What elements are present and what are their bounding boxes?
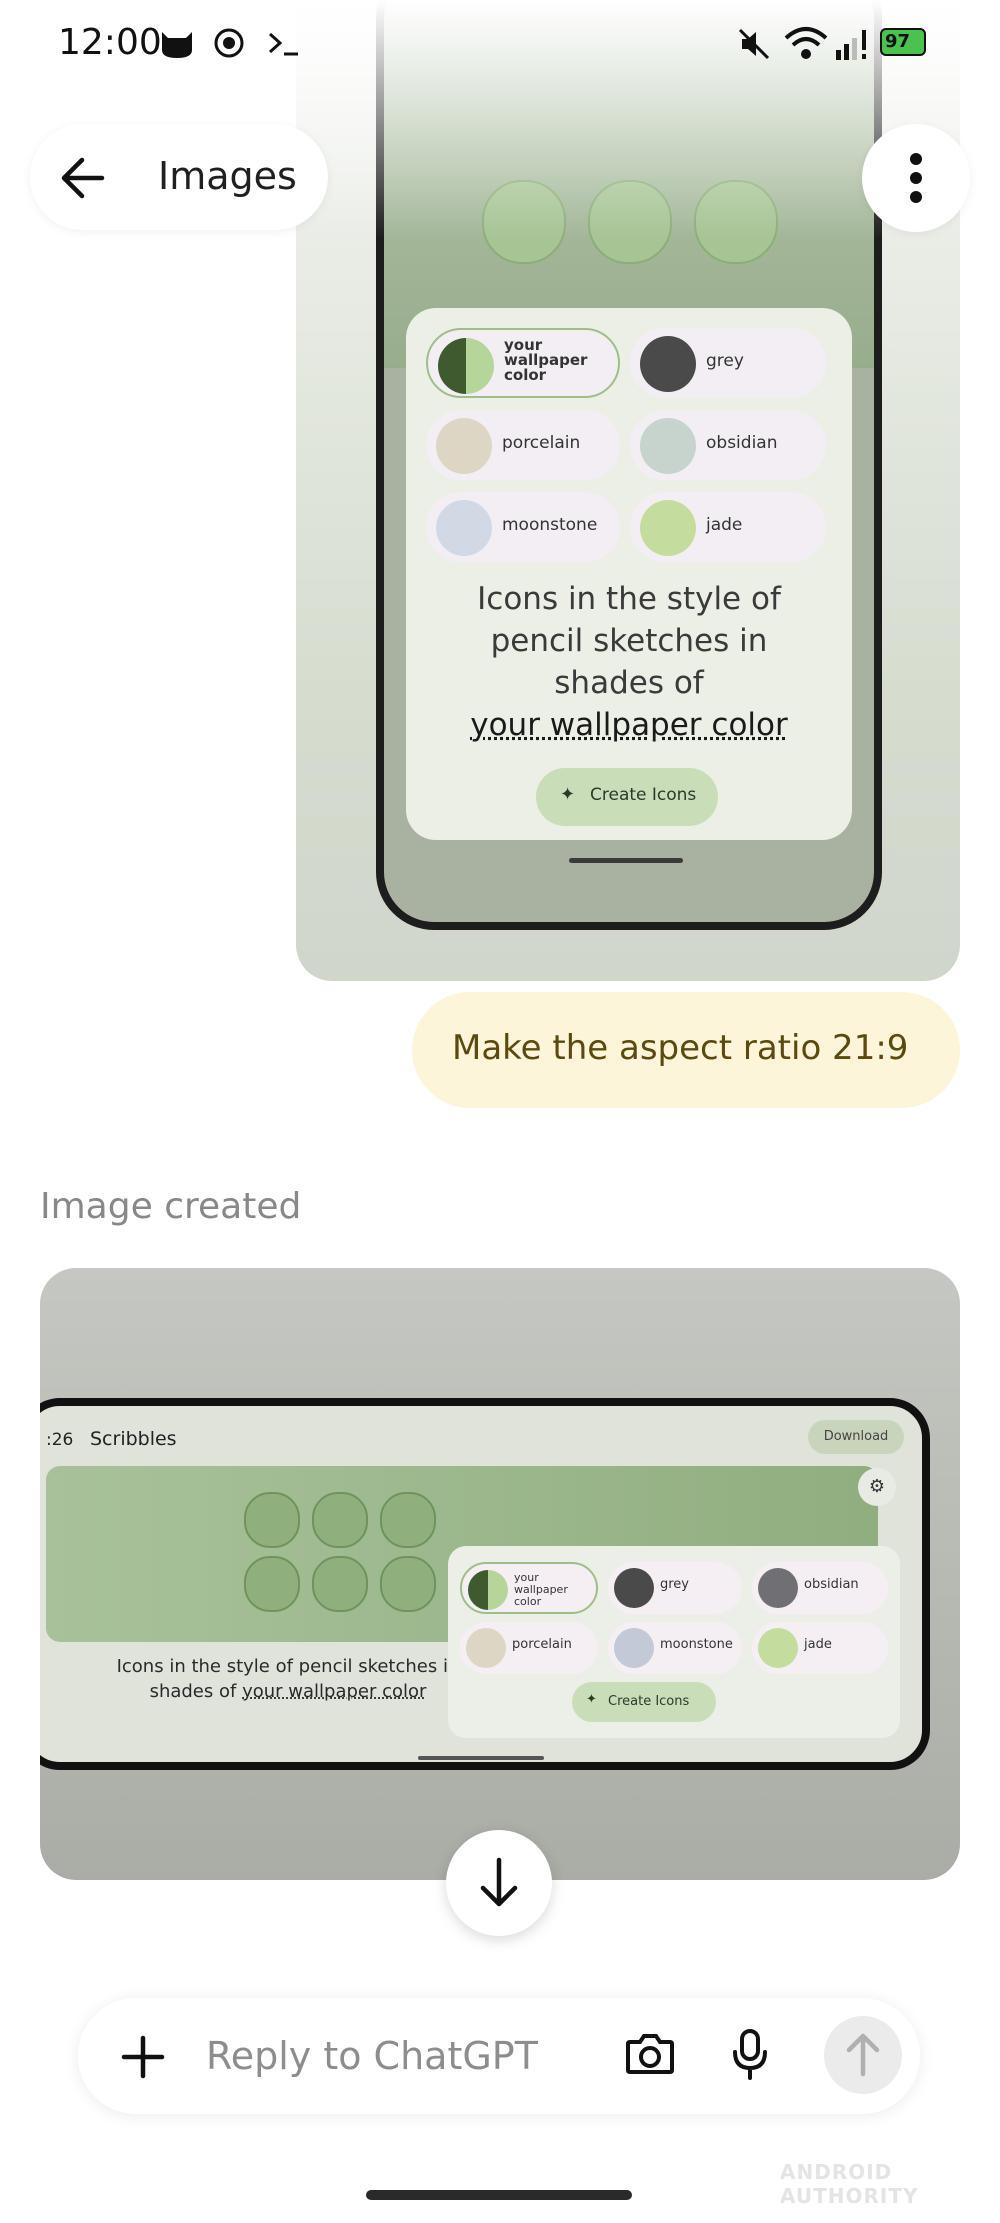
battery-level: 97: [885, 31, 911, 52]
status-time: 12:00: [58, 22, 162, 63]
terminal-icon: [268, 32, 298, 56]
color-swatch: [468, 1570, 508, 1610]
camera-icon[interactable]: [624, 2030, 676, 2078]
color-swatch: [436, 418, 492, 474]
user-message-text: Make the aspect ratio 21:9: [452, 1028, 909, 1068]
option-label: porcelain: [502, 433, 581, 453]
sparkle-icon: ✦: [560, 784, 576, 805]
send-button[interactable]: [824, 2016, 902, 2094]
mockup-download-button: Download: [808, 1420, 904, 1454]
mockup-icon-style-sheet: your wallpaper color grey obsidian porce…: [448, 1546, 900, 1738]
mockup-create-icons-button: ✦ Create Icons: [572, 1682, 716, 1722]
more-vertical-icon: [910, 153, 922, 203]
option-label: moonstone: [660, 1637, 733, 1652]
color-swatch: [438, 338, 494, 394]
option-label: jade: [706, 515, 743, 535]
option-chip: grey: [608, 1562, 742, 1614]
user-message-bubble[interactable]: Make the aspect ratio 21:9: [412, 992, 960, 1108]
description-line: shades of: [554, 665, 704, 701]
page-title: Images: [158, 154, 297, 198]
mockup-settings-icon: ⚙: [858, 1468, 896, 1506]
mockup-planet-icon: [312, 1556, 368, 1612]
option-label: obsidian: [804, 1577, 859, 1592]
mockup-chrome-icon: [380, 1492, 436, 1548]
color-swatch: [466, 1628, 506, 1668]
mockup-description: Icons in the style of pencil sketches in…: [98, 1654, 478, 1704]
battery-icon: 97: [880, 28, 926, 56]
home-indicator: [418, 1756, 544, 1760]
generated-image-portrait[interactable]: your wallpaper color grey porcelain obsi…: [296, 0, 960, 981]
option-chip: jade: [752, 1622, 888, 1674]
create-icons-label: Create Icons: [590, 785, 697, 805]
more-options-button[interactable]: [862, 124, 970, 232]
mockup-messages-icon: [312, 1492, 368, 1548]
icon-style-sheet: your wallpaper color grey porcelain obsi…: [406, 308, 852, 840]
color-swatch: [640, 336, 696, 392]
description-line: Icons in the style of: [477, 581, 781, 617]
sparkle-icon: ✦: [586, 1692, 597, 1707]
back-arrow-icon[interactable]: [58, 156, 106, 200]
arrow-up-icon: [846, 2033, 880, 2077]
mute-icon: [738, 28, 770, 60]
image-created-label: Image created: [40, 1186, 302, 1227]
option-chip: moonstone: [426, 492, 620, 562]
mockup-time: :26: [46, 1430, 74, 1450]
cat-icon: [162, 32, 192, 58]
color-swatch: [436, 500, 492, 556]
home-indicator: [569, 858, 683, 863]
option-chip: your wallpaper color: [460, 1562, 598, 1614]
style-description: Icons in the style of pencil sketches in…: [406, 578, 852, 746]
microphone-icon[interactable]: [730, 2028, 770, 2082]
arrow-down-icon: [480, 1857, 518, 1907]
description-emphasis: your wallpaper color: [242, 1681, 427, 1702]
option-chip: obsidian: [630, 410, 826, 480]
option-chip: porcelain: [426, 410, 620, 480]
option-chip: porcelain: [460, 1622, 598, 1674]
option-label: moonstone: [502, 515, 598, 535]
description-line: pencil sketches in: [490, 623, 768, 659]
mockup-tools-icon: [380, 1556, 436, 1612]
option-label: jade: [804, 1637, 832, 1652]
generated-image-landscape[interactable]: :26 Scribbles Download ⚙ Icons in the st…: [40, 1268, 960, 1880]
message-composer: Reply to ChatGPT: [78, 1998, 920, 2114]
color-swatch: [640, 418, 696, 474]
watermark: ANDROID AUTHORITY: [780, 2160, 919, 2208]
create-icons-button: ✦ Create Icons: [536, 768, 718, 826]
phone-mockup-landscape: :26 Scribbles Download ⚙ Icons in the st…: [40, 1398, 930, 1770]
mockup-app-name: Scribbles: [90, 1428, 177, 1450]
color-swatch: [614, 1568, 654, 1608]
reply-input[interactable]: Reply to ChatGPT: [206, 2034, 538, 2078]
description-emphasis: your wallpaper color: [470, 707, 788, 743]
color-swatch: [758, 1628, 798, 1668]
mockup-camera-icon: [244, 1556, 300, 1612]
plus-icon[interactable]: [120, 2034, 166, 2080]
back-header-pill[interactable]: Images: [30, 124, 328, 230]
option-label: porcelain: [512, 1637, 572, 1652]
color-swatch: [614, 1628, 654, 1668]
option-label: your wallpaper color: [504, 336, 588, 384]
option-label: grey: [706, 351, 744, 371]
mockup-phone-icon: [244, 1492, 300, 1548]
create-icons-label: Create Icons: [608, 1694, 690, 1709]
color-swatch: [758, 1568, 798, 1608]
option-label: obsidian: [706, 433, 778, 453]
status-bar: 12:00 97: [0, 0, 1000, 90]
option-label: your wallpaper color: [514, 1571, 568, 1608]
option-chip: moonstone: [608, 1622, 742, 1674]
gesture-home-indicator[interactable]: [366, 2190, 632, 2200]
scroll-down-button[interactable]: [446, 1830, 552, 1936]
color-swatch: [640, 500, 696, 556]
screen-record-icon: [214, 28, 244, 58]
option-chip: obsidian: [752, 1562, 888, 1614]
signal-icon: [836, 30, 866, 60]
option-chip: jade: [630, 492, 826, 562]
option-chip: grey: [630, 328, 826, 398]
option-label: grey: [660, 1577, 690, 1592]
wifi-icon: [784, 27, 828, 59]
option-chip: your wallpaper color: [426, 328, 620, 398]
